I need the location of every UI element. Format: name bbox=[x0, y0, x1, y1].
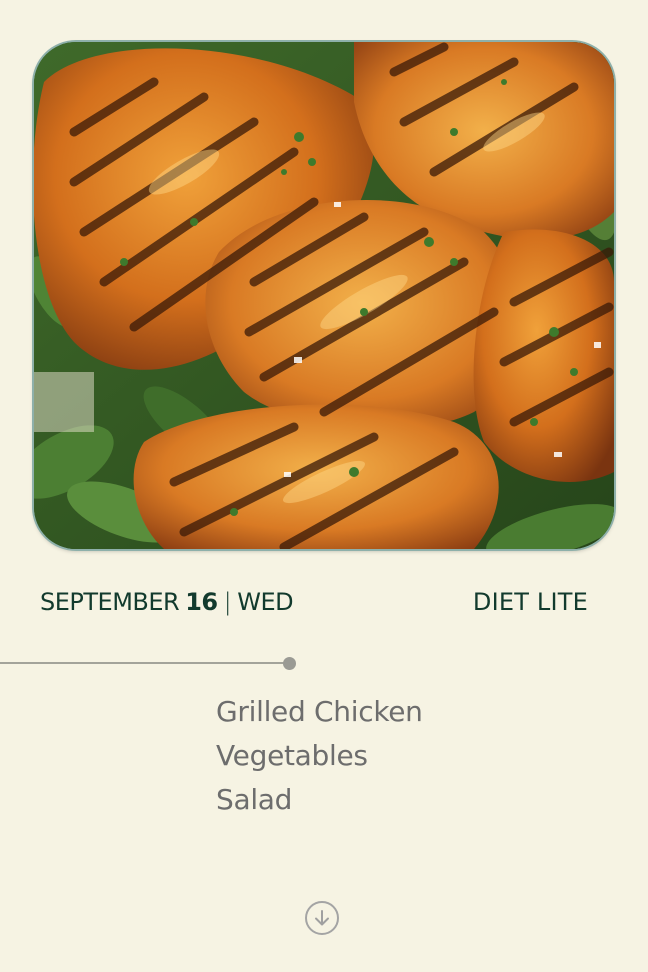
timeline-line bbox=[0, 662, 290, 664]
date-separator: | bbox=[223, 588, 232, 616]
arrow-down-icon bbox=[315, 910, 329, 926]
plan-name: DIET LITE bbox=[472, 588, 588, 616]
menu-item: Salad bbox=[216, 783, 293, 816]
timeline-dot bbox=[283, 657, 296, 670]
menu-item: Grilled Chicken bbox=[216, 695, 423, 728]
scroll-down-button[interactable] bbox=[305, 901, 339, 935]
meal-date: SEPTEMBER 16 | WED bbox=[40, 588, 294, 616]
date-month: SEPTEMBER bbox=[40, 588, 180, 616]
date-day: 16 bbox=[185, 588, 218, 616]
meal-meta-row: SEPTEMBER 16 | WED DIET LITE bbox=[40, 585, 588, 619]
menu-list: Grilled Chicken Vegetables Salad bbox=[216, 690, 423, 822]
grilled-chicken-photo-icon bbox=[34, 42, 614, 549]
meal-photo bbox=[34, 42, 614, 549]
menu-item: Vegetables bbox=[216, 739, 368, 772]
date-weekday: WED bbox=[237, 588, 294, 616]
